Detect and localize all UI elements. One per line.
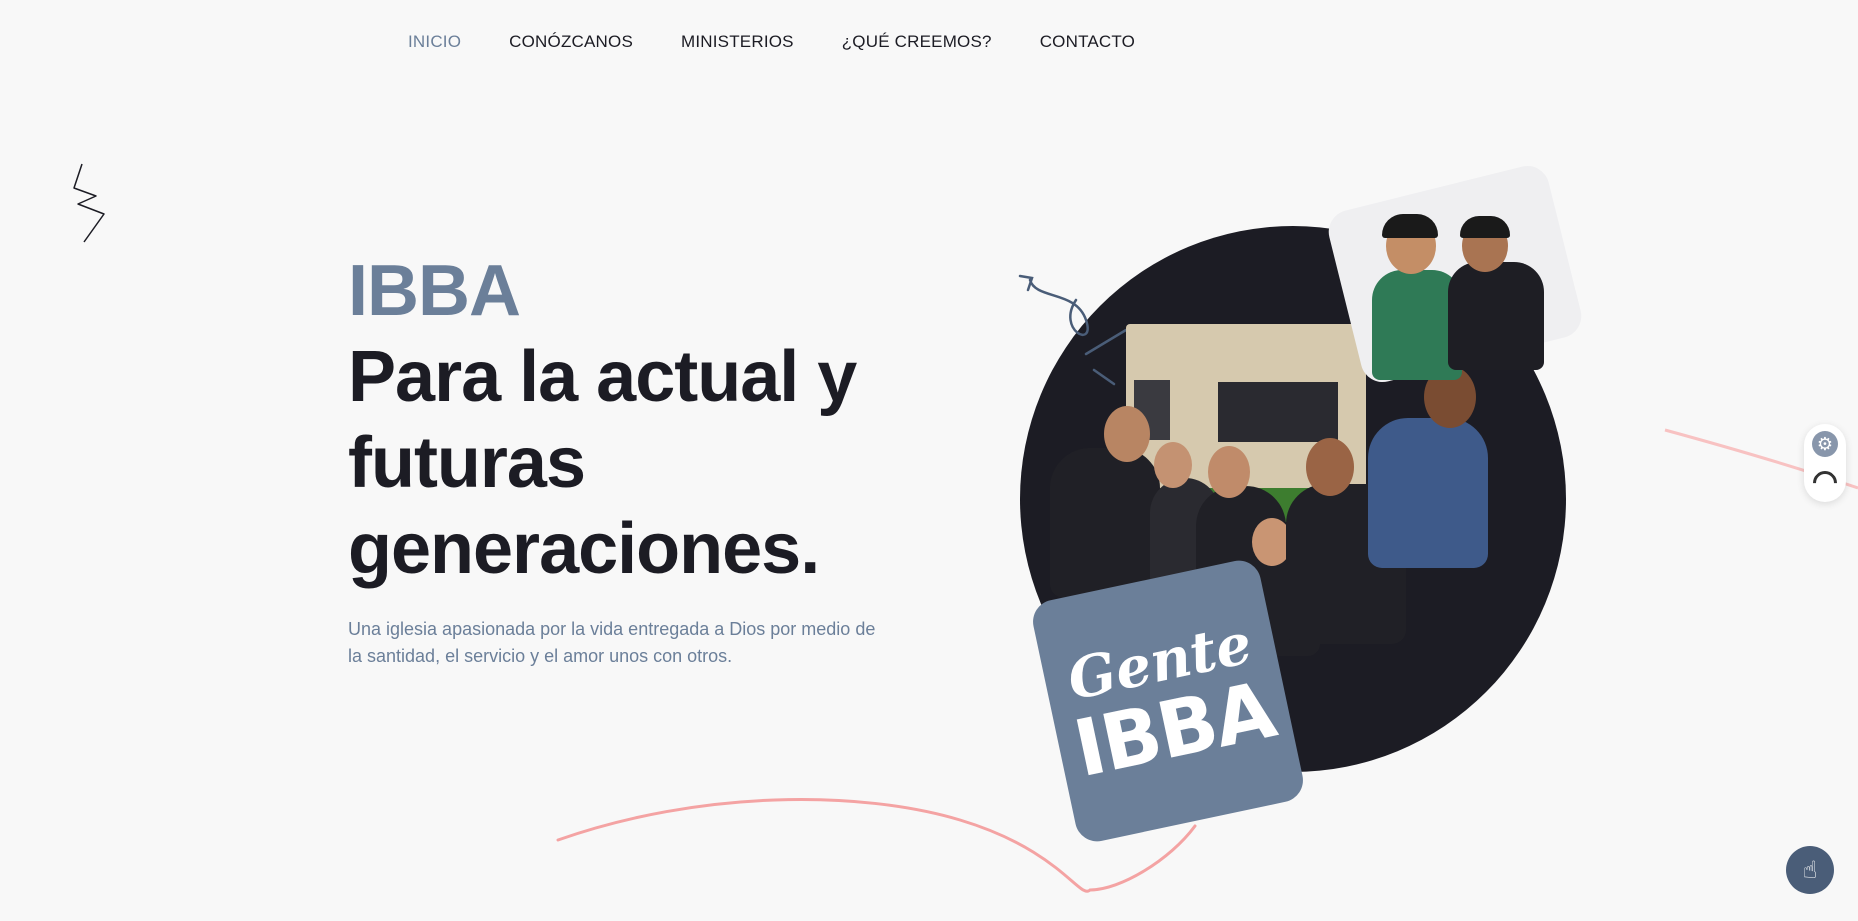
- hero-headline: Para la actual y futuras generaciones.: [348, 334, 868, 592]
- arrow-decoration: [1018, 274, 1126, 386]
- brand-title: IBBA: [348, 251, 521, 331]
- kid-hair: [1382, 214, 1438, 238]
- gente-ibba-badge: Gente IBBA: [1028, 556, 1308, 846]
- side-settings-widget: ⚙: [1804, 424, 1846, 502]
- moon-icon[interactable]: [1808, 466, 1842, 500]
- page: INICIO CONÓZCANOS MINISTERIOS ¿QUÉ CREEM…: [0, 0, 1858, 921]
- wave-decoration: [556, 428, 1858, 893]
- nav-item-inicio[interactable]: INICIO: [408, 32, 461, 52]
- hero-tagline: Una iglesia apasionada por la vida entre…: [348, 619, 876, 666]
- gear-icon[interactable]: ⚙: [1812, 431, 1838, 457]
- headline-line-3: generaciones.: [348, 509, 820, 589]
- nav-item-que-creemos[interactable]: ¿QUÉ CREEMOS?: [842, 32, 992, 52]
- kid-black-shirt: [1448, 262, 1544, 370]
- nav-item-ministerios[interactable]: MINISTERIOS: [681, 32, 794, 52]
- headline-line-2: futuras: [348, 423, 586, 503]
- main-nav: INICIO CONÓZCANOS MINISTERIOS ¿QUÉ CREEM…: [408, 32, 1183, 52]
- squiggle-decoration: [73, 163, 105, 243]
- nav-item-contacto[interactable]: CONTACTO: [1040, 32, 1135, 52]
- nav-item-conozcanos[interactable]: CONÓZCANOS: [509, 32, 633, 52]
- headline-line-1: Para la actual y: [348, 337, 857, 417]
- kid-hair: [1460, 216, 1510, 238]
- accessibility-button[interactable]: ☝: [1786, 846, 1834, 894]
- hero-section: IBBA Para la actual y futuras generacion…: [348, 248, 908, 688]
- hand-pointer-icon: ☝: [1802, 856, 1818, 884]
